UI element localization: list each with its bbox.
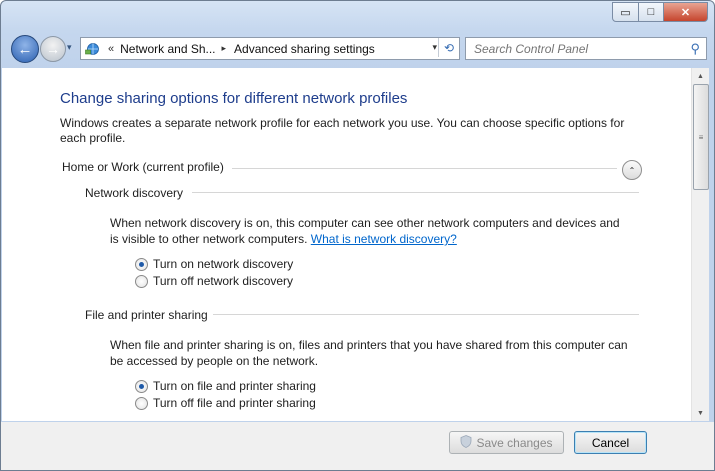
network-discovery-divider <box>192 192 639 193</box>
profile-header[interactable]: Home or Work (current profile) <box>62 160 642 178</box>
refresh-icon[interactable]: ⟲ <box>438 38 459 57</box>
file-sharing-heading: File and printer sharing <box>85 308 208 322</box>
minimize-icon: ▭ <box>620 6 631 19</box>
button-bar: Save changes Cancel <box>1 422 714 470</box>
grip-icon: ≡ <box>698 132 704 142</box>
recent-pages-dropdown[interactable]: ▾ <box>67 42 72 53</box>
search-icon[interactable]: ⚲ <box>690 41 700 57</box>
forward-button[interactable]: → <box>40 36 66 62</box>
file-sharing-divider <box>213 314 639 315</box>
breadcrumb-network-and-sharing[interactable]: Network and Sh... <box>120 42 215 56</box>
network-discovery-heading: Network discovery <box>85 186 184 200</box>
close-button[interactable]: ✕ <box>664 2 708 22</box>
chevron-up-icon: ⌃ <box>628 165 636 175</box>
turn-off-network-discovery-option[interactable]: Turn off network discovery <box>135 274 293 288</box>
profile-divider <box>232 168 617 169</box>
page-title: Change sharing options for different net… <box>60 90 408 107</box>
option-label: Turn on network discovery <box>153 257 294 271</box>
scroll-up-icon[interactable]: ▲ <box>692 68 709 84</box>
radio-button-selected[interactable] <box>135 257 148 271</box>
network-discovery-description: When network discovery is on, this compu… <box>110 215 630 247</box>
main-content: Change sharing options for different net… <box>2 68 691 421</box>
collapse-profile-button[interactable]: ⌃ <box>622 160 642 180</box>
breadcrumb-separator-icon[interactable]: ▸ <box>222 43 227 54</box>
network-discovery-help-link[interactable]: What is network discovery? <box>311 232 457 246</box>
scroll-down-icon[interactable]: ▼ <box>692 405 709 421</box>
profile-label: Home or Work (current profile) <box>62 160 230 174</box>
save-changes-button[interactable]: Save changes <box>449 431 564 454</box>
uac-shield-icon <box>460 434 472 451</box>
intro-text: Windows creates a separate network profi… <box>60 116 625 145</box>
option-label: Turn off network discovery <box>153 274 294 288</box>
option-label: Turn on file and printer sharing <box>153 379 316 393</box>
close-icon: ✕ <box>680 6 691 19</box>
caption-buttons: ▭ □ ✕ <box>612 2 708 22</box>
radio-button[interactable] <box>135 396 148 410</box>
navigation-bar: ← → ▾ « Network and Sh... ▸ Advanced sha… <box>1 31 714 65</box>
turn-on-network-discovery-option[interactable]: Turn on network discovery <box>135 257 293 271</box>
file-sharing-description: When file and printer sharing is on, fil… <box>110 338 628 368</box>
breadcrumb-overflow[interactable]: « <box>108 43 114 55</box>
save-changes-label: Save changes <box>476 435 553 450</box>
breadcrumb-advanced-sharing[interactable]: Advanced sharing settings <box>234 42 375 56</box>
maximize-icon: □ <box>647 6 655 18</box>
back-arrow-icon: ← <box>17 40 33 58</box>
network-icon <box>84 42 102 56</box>
search-box[interactable]: ⚲ <box>465 37 707 60</box>
maximize-button[interactable]: □ <box>639 2 664 22</box>
cancel-button[interactable]: Cancel <box>574 431 647 454</box>
radio-button-selected[interactable] <box>135 379 148 393</box>
address-dropdown-icon[interactable]: ▾ <box>432 42 437 53</box>
address-bar[interactable]: « Network and Sh... ▸ Advanced sharing s… <box>80 37 460 60</box>
option-label: Turn off file and printer sharing <box>153 396 316 410</box>
vertical-scrollbar[interactable]: ▲ ≡ ▼ <box>691 68 709 421</box>
back-button[interactable]: ← <box>11 35 39 63</box>
forward-arrow-icon: → <box>46 41 60 57</box>
search-input[interactable] <box>472 40 676 57</box>
minimize-button[interactable]: ▭ <box>612 2 639 22</box>
scroll-thumb[interactable]: ≡ <box>693 84 709 190</box>
turn-off-file-sharing-option[interactable]: Turn off file and printer sharing <box>135 396 316 410</box>
control-panel-window: ▭ □ ✕ ← → ▾ « Network and Sh... ▸ Advanc… <box>0 0 715 471</box>
turn-on-file-sharing-option[interactable]: Turn on file and printer sharing <box>135 379 316 393</box>
radio-button[interactable] <box>135 274 148 288</box>
